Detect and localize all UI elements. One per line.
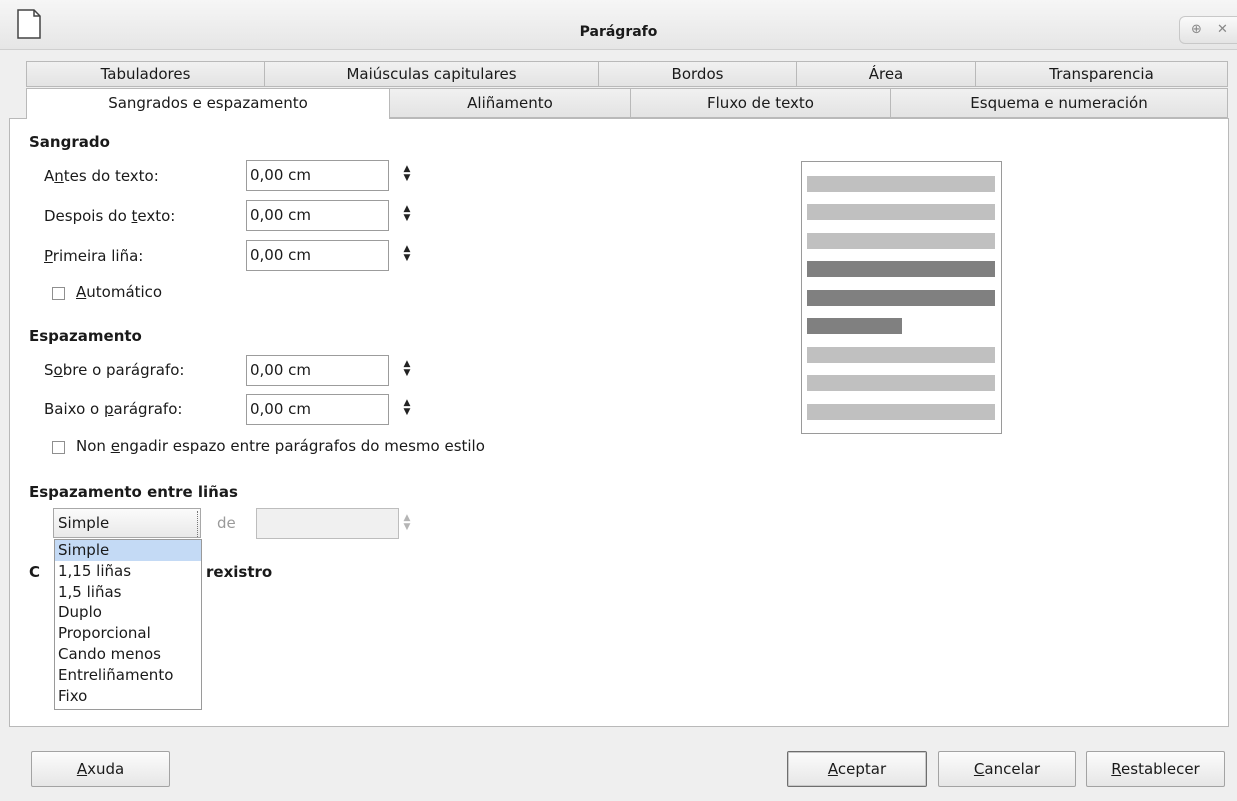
tab-sangrados-e-espazamento[interactable]: Sangrados e espazamento [26,88,390,119]
below-paragraph-label: Baixo o parágrafo: [44,400,183,418]
after-text-label: Despois do texto: [44,207,176,225]
automatic-label: Automático [76,283,163,301]
help-button[interactable]: Axuda [31,751,170,787]
of-label: de [217,514,236,532]
list-item[interactable]: Simple [55,540,201,561]
window-controls: ⊕ ✕ [1179,16,1237,44]
window-title: Parágrafo [579,24,658,40]
preview-line-current [807,290,995,306]
preview-line-current [807,261,995,277]
before-text-spinner[interactable]: ▲ ▼ [402,165,412,187]
list-item[interactable]: Cando menos [55,644,201,665]
indent-heading: Sangrado [29,133,110,151]
register-heading-start: C [29,563,41,581]
tab-maiusculas-capitulares[interactable]: Maiúsculas capitulares [264,61,599,87]
preview-line [807,375,995,391]
tab-transparencia[interactable]: Transparencia [975,61,1228,87]
first-line-label: Primeira liña: [44,247,144,265]
paragraph-preview [801,161,1002,434]
dropdown-separator [197,511,200,537]
preview-line [807,204,995,220]
after-text-field[interactable]: 0,00 cm [246,200,389,231]
above-paragraph-label: Sobre o parágrafo: [44,361,185,379]
above-paragraph-field[interactable]: 0,00 cm [246,355,389,386]
list-item[interactable]: Proporcional [55,623,201,644]
tab-area[interactable]: Área [796,61,976,87]
line-spacing-value-field[interactable] [256,508,399,539]
register-heading-end: rexistro [206,563,273,581]
preview-line [807,347,995,363]
reset-button[interactable]: Restablecer [1086,751,1225,787]
preview-line [807,404,995,420]
spacing-heading: Espazamento [29,327,142,345]
tab-panel: Sangrado Antes do texto: 0,00 cm ▲ ▼ Desp… [9,118,1229,727]
preview-line [807,233,995,249]
tab-alinamento[interactable]: Aliñamento [389,88,631,118]
first-line-spinner[interactable]: ▲ ▼ [402,245,412,267]
tab-esquema-e-numeracion[interactable]: Esquema e numeración [890,88,1228,118]
line-spacing-dropdown[interactable]: Simple [53,508,201,538]
cancel-button[interactable]: Cancelar [938,751,1076,787]
automatic-checkbox[interactable] [52,287,65,300]
line-spacing-selected: Simple [58,514,110,532]
no-space-checkbox[interactable] [52,441,65,454]
first-line-field[interactable]: 0,00 cm [246,240,389,271]
list-item[interactable]: Entreliñamento [55,665,201,686]
after-text-spinner[interactable]: ▲ ▼ [402,205,412,227]
list-item[interactable]: 1,5 liñas [55,582,201,603]
before-text-field[interactable]: 0,00 cm [246,160,389,191]
line-spacing-spinner[interactable]: ▲ ▼ [402,514,412,536]
below-paragraph-spinner[interactable]: ▲ ▼ [402,399,412,421]
before-text-label: Antes do texto: [44,167,159,185]
line-spacing-list[interactable]: Simple 1,15 liñas 1,5 liñas Duplo Propor… [54,539,202,710]
tab-fluxo-de-texto[interactable]: Fluxo de texto [630,88,891,118]
list-item[interactable]: 1,15 liñas [55,561,201,582]
preview-line-current [807,318,902,334]
line-spacing-heading: Espazamento entre liñas [29,483,238,501]
ok-button[interactable]: Aceptar [787,751,927,787]
no-space-label: Non engadir espazo entre parágrafos do m… [76,437,485,455]
close-icon[interactable]: ✕ [1217,22,1228,37]
list-item[interactable]: Duplo [55,602,201,623]
title-bar: Parágrafo ⊕ ✕ [0,0,1237,50]
shade-icon[interactable]: ⊕ [1191,22,1202,37]
above-paragraph-spinner[interactable]: ▲ ▼ [402,360,412,382]
tab-tabuladores[interactable]: Tabuladores [26,61,265,87]
preview-line [807,176,995,192]
list-item[interactable]: Fixo [55,686,201,707]
below-paragraph-field[interactable]: 0,00 cm [246,394,389,425]
tab-bordos[interactable]: Bordos [598,61,797,87]
